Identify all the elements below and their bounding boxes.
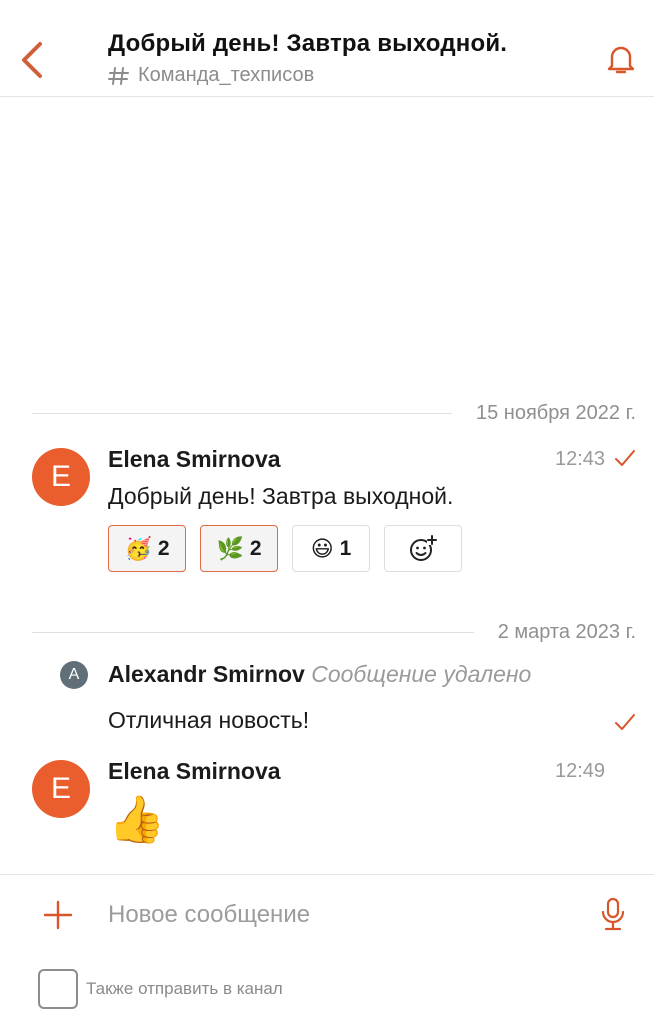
thread-title: Добрый день! Завтра выходной.: [108, 30, 508, 57]
message-author[interactable]: Elena Smirnova: [108, 758, 281, 785]
date-separator: 15 ноября 2022 г.: [32, 398, 636, 428]
microphone-icon: [601, 897, 625, 931]
also-send-to-channel[interactable]: Также отправить в канал: [38, 969, 283, 1009]
chat-header: Добрый день! Завтра выходной. Команда_те…: [0, 0, 654, 97]
reply-author: Alexandr Smirnov: [108, 661, 305, 687]
divider-line: [32, 631, 474, 633]
date-label: 15 ноября 2022 г.: [476, 401, 636, 424]
sent-check-icon: [615, 714, 635, 730]
smiley-emoji: 😃: [310, 535, 334, 561]
reaction-count: 2: [249, 536, 262, 560]
attach-button[interactable]: [42, 899, 74, 931]
bell-icon: [607, 46, 635, 74]
thumbs-up-emoji: 👍: [108, 793, 166, 845]
date-separator: 2 марта 2023 г.: [32, 617, 636, 647]
plus-icon: [43, 900, 73, 930]
add-reaction-button[interactable]: [384, 525, 462, 572]
channel-name: Команда_техписов: [138, 64, 315, 86]
avatar[interactable]: E: [32, 448, 90, 506]
reply-header[interactable]: Alexandr Smirnov Сообщение удалено: [108, 661, 531, 688]
chevron-left-icon: [22, 42, 42, 78]
message-time: 12:49: [555, 760, 606, 782]
voice-message-button[interactable]: [600, 897, 626, 933]
reactions-row: 🥳 2 🌿 2 😃 1: [108, 525, 462, 572]
date-label: 2 марта 2023 г.: [497, 620, 636, 643]
sent-check-icon: [615, 450, 635, 466]
message-text: Отличная новость!: [108, 707, 310, 733]
also-send-checkbox[interactable]: [38, 969, 78, 1009]
also-send-label: Также отправить в канал: [86, 979, 283, 998]
channel-name-row: Команда_техписов: [108, 64, 574, 87]
reaction-chip[interactable]: 🥳 2: [108, 525, 186, 572]
herb-emoji: 🌿: [216, 535, 244, 561]
reaction-chip[interactable]: 🌿 2: [200, 525, 278, 572]
deleted-notice: Сообщение удалено: [311, 661, 532, 687]
message-input[interactable]: [108, 895, 568, 935]
add-reaction-icon: [410, 534, 437, 561]
message-text: Добрый день! Завтра выходной.: [108, 483, 454, 509]
party-face-emoji: 🥳: [124, 535, 152, 561]
reaction-count: 1: [339, 536, 352, 560]
message-composer: [0, 874, 654, 964]
reaction-chip[interactable]: 😃 1: [292, 525, 370, 572]
avatar[interactable]: E: [32, 760, 90, 818]
message-time: 12:43: [555, 448, 606, 470]
back-button[interactable]: [16, 38, 50, 82]
message-author[interactable]: Elena Smirnova: [108, 446, 281, 473]
avatar-small[interactable]: A: [60, 661, 88, 689]
divider-line: [32, 412, 452, 414]
notifications-button[interactable]: [606, 42, 636, 78]
header-title-block[interactable]: Добрый день! Завтра выходной. Команда_те…: [108, 30, 574, 87]
hash-channel-icon: [108, 66, 129, 85]
reaction-count: 2: [157, 536, 170, 560]
